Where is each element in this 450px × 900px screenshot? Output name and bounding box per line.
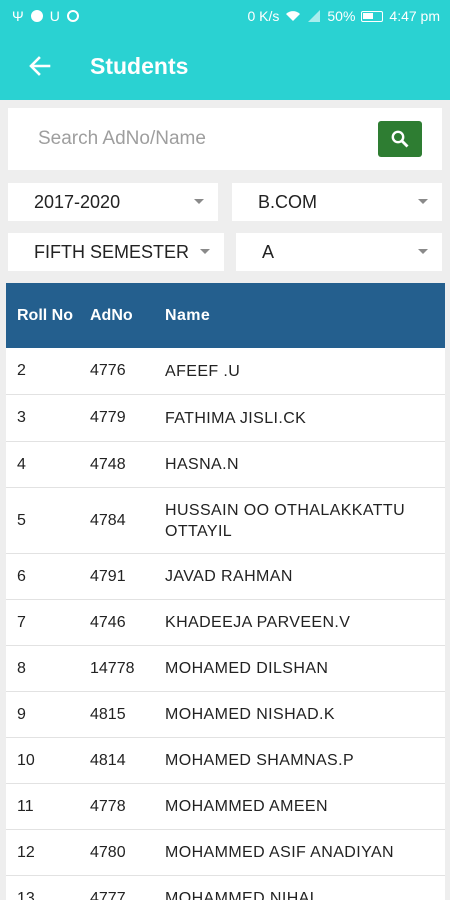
table-row[interactable]: 12 4780 MOHAMMED ASIF ANADIYAN (6, 830, 445, 876)
students-table: Roll No AdNo Name 2 4776 AFEEF .U 3 4779… (6, 283, 445, 900)
chevron-down-icon (418, 199, 428, 204)
name-cell: FATHIMA JISLI.CK (165, 409, 307, 427)
division-dropdown[interactable]: A (236, 233, 442, 271)
adno-cell: 4748 (90, 455, 126, 473)
chevron-down-icon (200, 249, 210, 254)
search-button[interactable] (378, 121, 422, 157)
usb-icon: Ψ (12, 8, 24, 24)
roll-cell: 2 (17, 362, 26, 379)
adno-cell: 4814 (90, 751, 126, 769)
table-row[interactable]: 3 4779 FATHIMA JISLI.CK (6, 395, 445, 442)
header-adno: AdNo (90, 306, 133, 324)
clock: 4:47 pm (389, 8, 440, 24)
roll-cell: 9 (17, 705, 26, 723)
whatsapp-icon (66, 10, 79, 22)
name-cell: AFEEF .U (165, 362, 241, 380)
app-bar: Students (0, 32, 450, 100)
search-input[interactable] (38, 128, 378, 150)
chevron-down-icon (194, 199, 204, 204)
network-speed: 0 K/s (247, 8, 280, 24)
signal-icon (308, 10, 321, 22)
table-row[interactable]: 5 4784 HUSSAIN OO OTHALAKKATTU OTTAYIL (6, 488, 445, 554)
table-row[interactable]: 9 4815 MOHAMED NISHAD.K (6, 692, 445, 738)
u-notification-icon: U (49, 8, 60, 24)
chevron-down-icon (418, 249, 428, 254)
year-dropdown[interactable]: 2017-2020 (8, 183, 218, 221)
adno-cell: 4778 (90, 797, 126, 815)
division-value: A (262, 241, 275, 262)
table-row[interactable]: 7 4746 KHADEEJA PARVEEN.V (6, 600, 445, 646)
table-row[interactable]: 6 4791 JAVAD RAHMAN (6, 554, 445, 600)
wifi-icon (286, 11, 301, 21)
adno-cell: 4779 (90, 409, 126, 426)
name-cell: MOHAMMED NIHAL (165, 890, 320, 900)
search-icon (391, 130, 409, 148)
name-cell: JAVAD RAHMAN (165, 568, 293, 585)
name-cell: KHADEEJA PARVEEN.V (165, 614, 351, 631)
roll-cell: 10 (17, 751, 35, 769)
name-cell: MOHAMMED AMEEN (165, 798, 328, 815)
adno-cell: 4746 (90, 613, 126, 631)
roll-cell: 3 (17, 409, 26, 426)
name-cell: MOHAMMED ASIF ANADIYAN (165, 844, 394, 861)
back-button[interactable] (0, 32, 80, 100)
roll-cell: 13 (17, 889, 35, 900)
roll-cell: 6 (17, 567, 26, 585)
roll-cell: 11 (17, 797, 34, 815)
table-row[interactable]: 11 4778 MOHAMMED AMEEN (6, 784, 445, 830)
name-cell: HUSSAIN OO OTHALAKKATTU OTTAYIL (165, 501, 406, 540)
course-value: B.COM (258, 191, 318, 212)
header-name: Name (165, 307, 211, 324)
page-title: Students (90, 52, 189, 79)
roll-cell: 12 (17, 843, 35, 861)
adno-cell: 4815 (90, 705, 126, 723)
name-cell: MOHAMED NISHAD.K (165, 706, 335, 723)
roll-cell: 8 (17, 659, 26, 677)
table-row[interactable]: 10 4814 MOHAMED SHAMNAS.P (6, 738, 445, 784)
status-bar: Ψ U 0 K/s 50% 4:47 pm (0, 0, 450, 32)
battery-percent: 50% (327, 8, 356, 24)
adno-cell: 14778 (90, 659, 135, 677)
adno-cell: 4776 (90, 362, 126, 379)
roll-cell: 4 (17, 455, 26, 473)
roll-cell: 5 (17, 511, 26, 529)
table-row[interactable]: 4 4748 HASNA.N (6, 442, 445, 488)
search-card (8, 108, 442, 170)
header-roll-no: Roll No (17, 306, 73, 324)
table-row[interactable]: 13 4777 MOHAMMED NIHAL (6, 876, 445, 900)
year-value: 2017-2020 (34, 191, 121, 212)
name-cell: MOHAMED DILSHAN (165, 660, 329, 677)
shield-icon (30, 10, 43, 22)
adno-cell: 4780 (90, 843, 126, 861)
semester-value: FIFTH SEMESTER (34, 241, 190, 262)
adno-cell: 4777 (90, 889, 126, 900)
notification-icons: Ψ U (12, 8, 79, 24)
name-cell: MOHAMED SHAMNAS.P (165, 752, 355, 769)
semester-dropdown[interactable]: FIFTH SEMESTER (8, 233, 224, 271)
table-row[interactable]: 8 14778 MOHAMED DILSHAN (6, 646, 445, 692)
roll-cell: 7 (17, 613, 26, 631)
name-cell: HASNA.N (165, 456, 239, 473)
arrow-back-icon (29, 56, 51, 76)
table-row[interactable]: 2 4776 AFEEF .U (6, 348, 445, 395)
table-header: Roll No AdNo Name (6, 283, 445, 348)
adno-cell: 4791 (90, 567, 126, 585)
adno-cell: 4784 (90, 511, 126, 529)
course-dropdown[interactable]: B.COM (232, 183, 442, 221)
battery-icon (361, 10, 384, 22)
